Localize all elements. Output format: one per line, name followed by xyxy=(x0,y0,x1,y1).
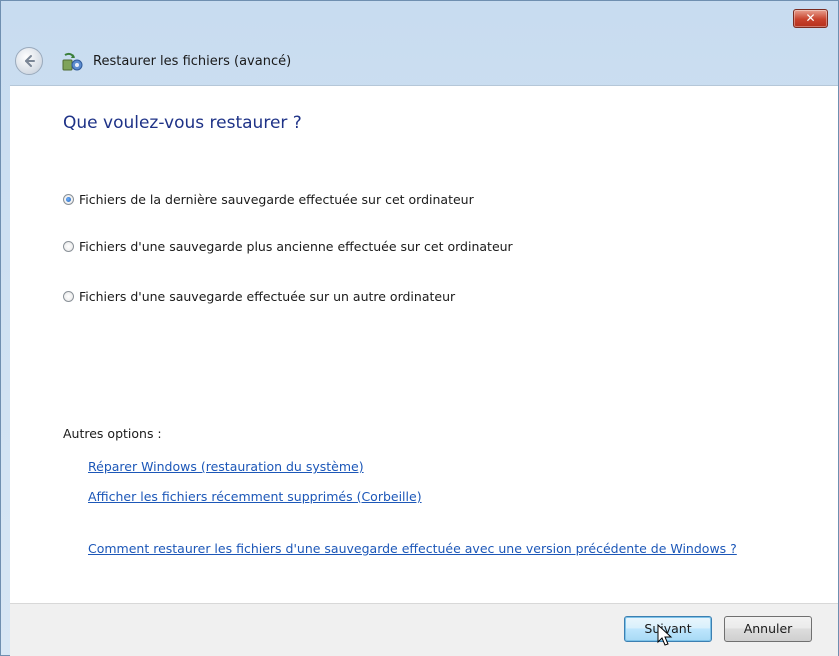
close-icon: ✕ xyxy=(805,11,816,25)
other-options-label: Autres options : xyxy=(63,426,162,441)
title-bar: Restaurer les fichiers (avancé) xyxy=(1,41,838,83)
footer-bar: Suivant Annuler xyxy=(10,603,838,656)
radio-label: Fichiers d'une sauvegarde plus ancienne … xyxy=(79,239,513,254)
cancel-button[interactable]: Annuler xyxy=(724,616,812,642)
back-arrow-icon xyxy=(25,55,35,67)
radio-option-other-computer[interactable]: Fichiers d'une sauvegarde effectuée sur … xyxy=(63,289,455,304)
radio-button-checked[interactable] xyxy=(63,194,74,205)
radio-option-older-backup[interactable]: Fichiers d'une sauvegarde plus ancienne … xyxy=(63,239,513,254)
link-previous-version-help[interactable]: Comment restaurer les fichiers d'une sau… xyxy=(88,541,737,556)
page-title: Que voulez-vous restaurer ? xyxy=(63,113,302,133)
radio-button[interactable] xyxy=(63,241,74,252)
content-area: Que voulez-vous restaurer ? Fichiers de … xyxy=(10,85,838,603)
back-button[interactable] xyxy=(15,47,43,75)
radio-label: Fichiers d'une sauvegarde effectuée sur … xyxy=(79,289,456,304)
radio-label: Fichiers de la dernière sauvegarde effec… xyxy=(79,192,474,207)
link-repair-windows[interactable]: Réparer Windows (restauration du système… xyxy=(88,459,364,474)
close-button[interactable]: ✕ xyxy=(793,9,828,28)
window-title: Restaurer les fichiers (avancé) xyxy=(93,54,292,69)
radio-option-latest-backup[interactable]: Fichiers de la dernière sauvegarde effec… xyxy=(63,192,474,207)
link-recycle-bin[interactable]: Afficher les fichiers récemment supprimé… xyxy=(88,489,422,504)
restore-files-window: ✕ Restaurer les fichiers (avancé) Que vo… xyxy=(0,0,839,656)
mouse-cursor-icon xyxy=(657,624,673,646)
restore-files-icon xyxy=(62,52,83,71)
radio-button[interactable] xyxy=(63,291,74,302)
